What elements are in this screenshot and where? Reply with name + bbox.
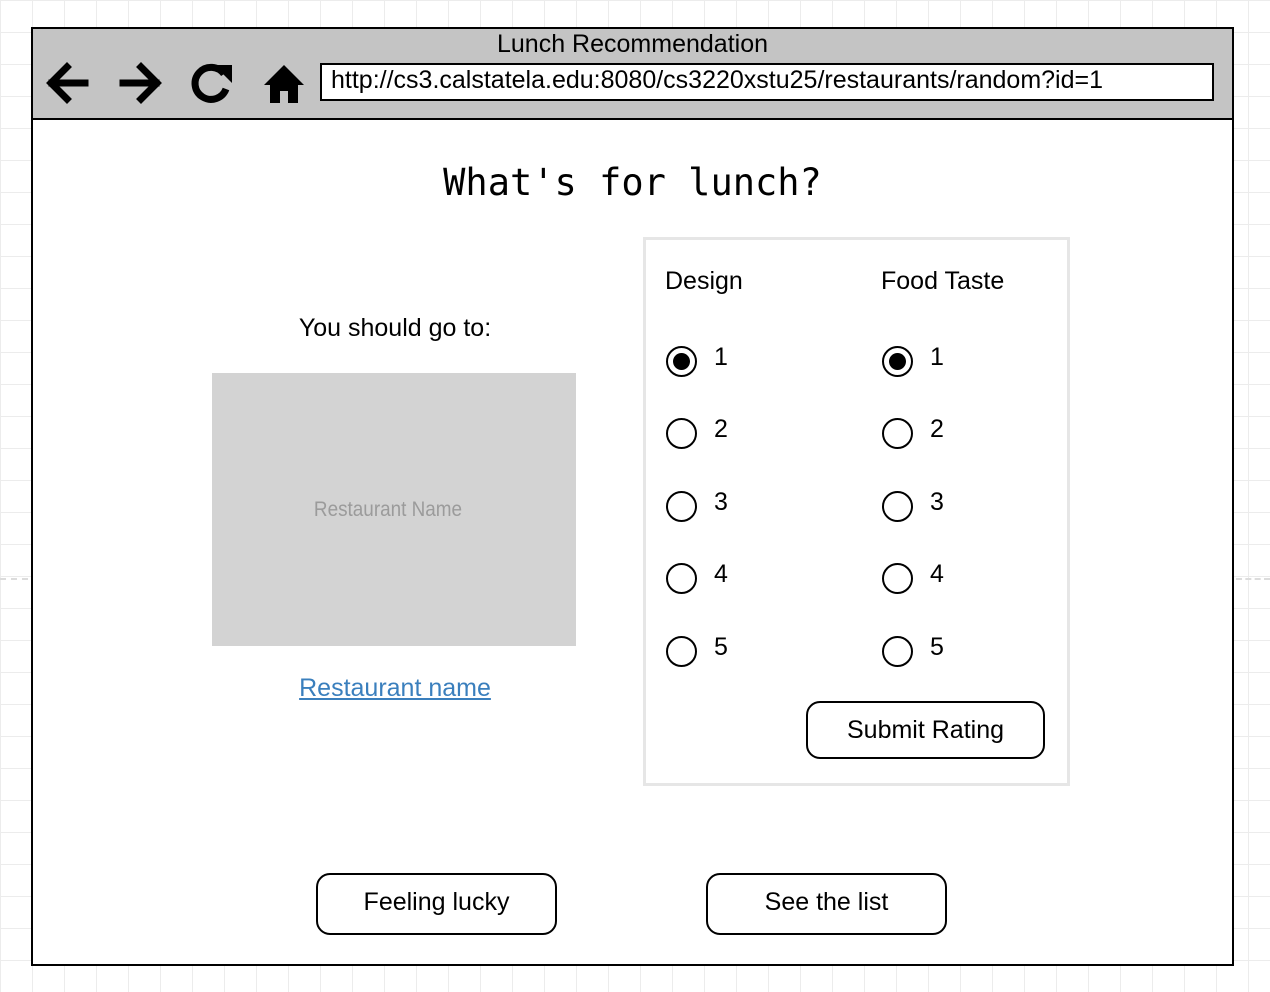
reload-icon[interactable]: [188, 61, 234, 105]
design-rating-header: Design: [665, 267, 743, 295]
browser-toolbar: Lunch Recommendation http://cs3.calstate…: [33, 29, 1232, 120]
submit-rating-button[interactable]: Submit Rating: [806, 701, 1045, 759]
design-rating-option-4[interactable]: 4: [666, 560, 776, 603]
radio-button[interactable]: [666, 563, 697, 594]
radio-label: 2: [714, 415, 728, 443]
canvas-guide-right: [1236, 578, 1270, 580]
radio-button[interactable]: [882, 418, 913, 449]
taste-rating-option-1[interactable]: 1: [882, 343, 992, 386]
design-rating-option-3[interactable]: 3: [666, 488, 776, 531]
radio-label: 3: [714, 488, 728, 516]
address-bar[interactable]: http://cs3.calstatela.edu:8080/cs3220xst…: [320, 63, 1214, 101]
restaurant-name-link[interactable]: Restaurant name: [213, 673, 577, 703]
design-rating-option-1[interactable]: 1: [666, 343, 776, 386]
radio-button[interactable]: [666, 346, 697, 377]
restaurant-image-caption: Restaurant Name: [313, 498, 463, 521]
radio-label: 5: [714, 633, 728, 661]
radio-label: 4: [930, 560, 944, 588]
radio-button[interactable]: [882, 563, 913, 594]
rating-form: Design Food Taste 1 2 3 4 5 1 2 3 4 5 Su…: [643, 237, 1070, 786]
page-heading: What's for lunch?: [443, 161, 822, 204]
radio-button[interactable]: [666, 491, 697, 522]
url-text: http://cs3.calstatela.edu:8080/cs3220xst…: [331, 66, 1104, 94]
design-rating-option-5[interactable]: 5: [666, 633, 776, 676]
radio-label: 2: [930, 415, 944, 443]
radio-button[interactable]: [666, 418, 697, 449]
radio-button[interactable]: [882, 636, 913, 667]
radio-button[interactable]: [882, 346, 913, 377]
radio-selected-dot: [889, 353, 906, 370]
recommendation-prompt: You should go to:: [298, 314, 492, 342]
canvas-guide-left: [0, 578, 28, 580]
radio-selected-dot: [673, 353, 690, 370]
taste-rating-option-4[interactable]: 4: [882, 560, 992, 603]
submit-rating-label: Submit Rating: [846, 716, 1005, 744]
feeling-lucky-button[interactable]: Feeling lucky: [316, 873, 557, 935]
taste-rating-option-5[interactable]: 5: [882, 633, 992, 676]
back-arrow-icon[interactable]: [43, 61, 89, 105]
taste-rating-option-3[interactable]: 3: [882, 488, 992, 531]
radio-label: 3: [930, 488, 944, 516]
browser-window: Lunch Recommendation http://cs3.calstate…: [31, 27, 1234, 966]
radio-label: 1: [714, 343, 728, 371]
taste-rating-option-2[interactable]: 2: [882, 415, 992, 458]
taste-rating-header: Food Taste: [881, 267, 1005, 295]
radio-label: 4: [714, 560, 728, 588]
design-rating-option-2[interactable]: 2: [666, 415, 776, 458]
radio-label: 5: [930, 633, 944, 661]
see-list-label: See the list: [764, 888, 889, 916]
radio-button[interactable]: [666, 636, 697, 667]
feeling-lucky-label: Feeling lucky: [363, 888, 510, 916]
forward-arrow-icon[interactable]: [119, 61, 165, 105]
radio-label: 1: [930, 343, 944, 371]
see-list-button[interactable]: See the list: [706, 873, 947, 935]
window-title: Lunch Recommendation: [497, 30, 768, 58]
restaurant-image-placeholder: Restaurant Name: [212, 373, 576, 646]
home-icon[interactable]: [261, 61, 307, 105]
radio-button[interactable]: [882, 491, 913, 522]
